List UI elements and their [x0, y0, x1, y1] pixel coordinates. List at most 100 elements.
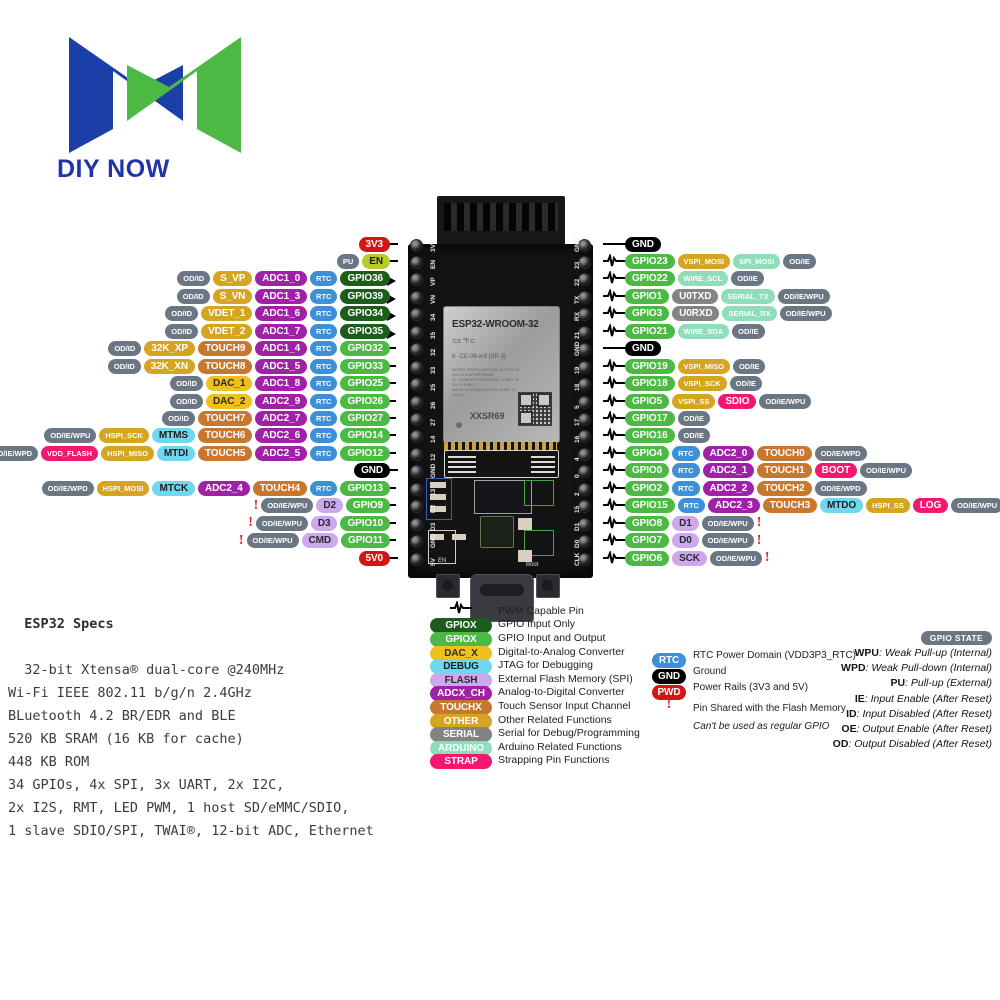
- pin-tag: GPIO19: [625, 358, 675, 374]
- pin-tag: OD/IE/WPU: [255, 515, 308, 531]
- pin-tag: OD/IE: [677, 411, 710, 426]
- pin-tag: ADC2_5: [255, 445, 308, 461]
- pin-hole[interactable]: [410, 517, 423, 531]
- silk-label: 33: [430, 366, 437, 374]
- pin-tag: TOUCH9: [197, 341, 253, 357]
- legend-description: Ground: [693, 666, 727, 677]
- pin-tag: GPIO26: [340, 393, 390, 409]
- esp32-specs-block: ESP32 Specs 32-bit Xtensa® dual-core @24…: [8, 590, 374, 843]
- function-color-legend: PWM Capable Pin GPIOX GPIO Input Only GPIOX…: [430, 599, 690, 770]
- pin-tag: GPIO0: [625, 463, 670, 479]
- pin-tag: OD/ID: [176, 288, 210, 304]
- pin-tag: OD/IE: [731, 271, 764, 287]
- pin-tag: GPIO7: [625, 533, 670, 549]
- silk-label: GND: [430, 463, 437, 479]
- pin-hole[interactable]: [410, 325, 423, 339]
- pin-tag: GPIO12: [340, 445, 390, 461]
- pin-tag: HSPI_MISO: [101, 445, 154, 461]
- pin-tag: OD/ID: [162, 411, 195, 426]
- gpio-state-rows: WPU: Weak Pull-up (Internal) WPD: Weak Pu…: [752, 646, 992, 752]
- logo-mark: [69, 37, 241, 153]
- module-test-pad: [456, 422, 462, 428]
- pin-tag: OD/IE/WPU: [701, 515, 754, 531]
- pin-row: GND: [625, 236, 661, 253]
- pin-row: GPIO0 RTC ADC2_1 TOUCH1 BOOT OD/IE/WPU: [625, 462, 913, 479]
- pin-tag: SERIAL_RX: [722, 306, 777, 322]
- ce-fcc-marks: ⊂ε ℉⊂: [452, 338, 476, 345]
- pin-hole[interactable]: [410, 290, 423, 304]
- pin-tag: GPIO13: [340, 480, 390, 496]
- gpio-state-row: IE: Input Enable (After Reset): [854, 692, 992, 705]
- state-value: Weak Pull-up (Internal): [884, 647, 992, 659]
- silk-label: 15: [574, 506, 581, 514]
- silk-label: 0: [574, 474, 581, 479]
- silk-en-label: EN: [438, 558, 447, 564]
- pin-tag: ADC1_5: [255, 358, 308, 374]
- silk-label: D1: [574, 522, 581, 531]
- pin-tag: RTC: [310, 288, 338, 304]
- specs-lines: 32-bit Xtensa® dual-core @240MHz Wi-Fi I…: [8, 662, 374, 839]
- pin-hole[interactable]: [410, 238, 423, 252]
- pin-row: ! OD/IE/WPU D2 GPIO9: [254, 497, 390, 514]
- pin-row: OD/IE/WPD HSPI_MOSI MTCK ADC2_4 TOUCH4 RTC GPI…: [41, 480, 390, 497]
- silk-label: TX: [574, 295, 581, 304]
- boot-button[interactable]: [536, 574, 560, 598]
- pin-tag: GPIO18: [625, 376, 675, 392]
- pin-tag: ADC2_2: [702, 480, 755, 496]
- pin-hole[interactable]: [410, 378, 423, 392]
- pwm-capable-icon: [603, 549, 625, 565]
- pin-hole[interactable]: [410, 413, 423, 426]
- pin-tag: GPIO11: [341, 533, 390, 549]
- pin-tag: GND: [354, 463, 390, 479]
- flash-warning-icon: !: [764, 550, 770, 566]
- silk-label: GND: [430, 533, 437, 549]
- pin-tag: CMD: [301, 533, 339, 549]
- en-reset-button[interactable]: [436, 574, 460, 598]
- pin-row: PU EN: [336, 253, 390, 270]
- pin-hole[interactable]: [410, 360, 423, 374]
- silk-label: 4: [574, 457, 581, 461]
- pin-hole[interactable]: [410, 255, 423, 269]
- pin-tag: TOUCH7: [197, 411, 253, 426]
- pin-tag: DAC_1: [206, 376, 253, 392]
- pwm-capable-icon: [603, 374, 625, 390]
- silk-label: VP: [430, 277, 437, 287]
- module-serial: XXSR69: [470, 411, 505, 421]
- pin-tag: GPIO27: [340, 411, 390, 426]
- pin-tag: OD/ID: [107, 358, 141, 374]
- pin-tag: VDD_FLASH: [41, 445, 99, 461]
- pin-hole[interactable]: [410, 395, 423, 409]
- pin-tag: U0TXD: [672, 288, 719, 304]
- legend-description: Analog-to-Digital Converter: [498, 686, 625, 699]
- pin-tag: GPIO14: [340, 428, 390, 444]
- silk-label: 34: [430, 314, 437, 322]
- pin-tag: MTMS: [151, 428, 195, 444]
- pin-row: GPIO22 WIRE_SCL OD/IE: [625, 270, 764, 287]
- pin-tag: WIRE_SDA: [677, 323, 730, 339]
- pin-row: GPIO8 D1 OD/IE/WPU!: [625, 515, 761, 532]
- pin-lead: [603, 347, 627, 350]
- gpio-state-row: WPD: Weak Pull-down (Internal): [841, 662, 992, 675]
- pin-tag: ADC2_6: [255, 428, 308, 444]
- pin-hole[interactable]: [410, 552, 423, 566]
- pin-tag: GPIO8: [625, 515, 670, 531]
- pin-tag: PU: [336, 253, 360, 269]
- flash-warning-icon: !: [238, 532, 244, 548]
- pin-tag: OD/IE: [732, 358, 766, 374]
- pin-row: GPIO15 RTC ADC2_3 TOUCH3 MTDO HSPI_SS LOG OD/IE…: [625, 497, 1000, 514]
- top-black-header: [437, 196, 565, 250]
- pin-hole[interactable]: [410, 447, 423, 461]
- pin-tag: GPIO4: [625, 445, 670, 461]
- state-key: WPU: [854, 647, 879, 659]
- pin-tag: RTC: [677, 498, 705, 514]
- pin-row: GPIO16 OD/IE: [625, 427, 710, 444]
- logo-wordmark: DIY NOW: [57, 155, 170, 183]
- pin-tag: TOUCH5: [197, 445, 253, 461]
- silk-label: 12: [430, 453, 437, 461]
- legend-description: GPIO Input and Output: [498, 631, 606, 644]
- pin-tag: MTDI: [156, 445, 195, 461]
- silk-label: RX: [574, 312, 581, 322]
- pin-tag: RTC: [672, 445, 700, 461]
- pin-hole[interactable]: [410, 482, 423, 496]
- silk-label: 18: [574, 383, 581, 392]
